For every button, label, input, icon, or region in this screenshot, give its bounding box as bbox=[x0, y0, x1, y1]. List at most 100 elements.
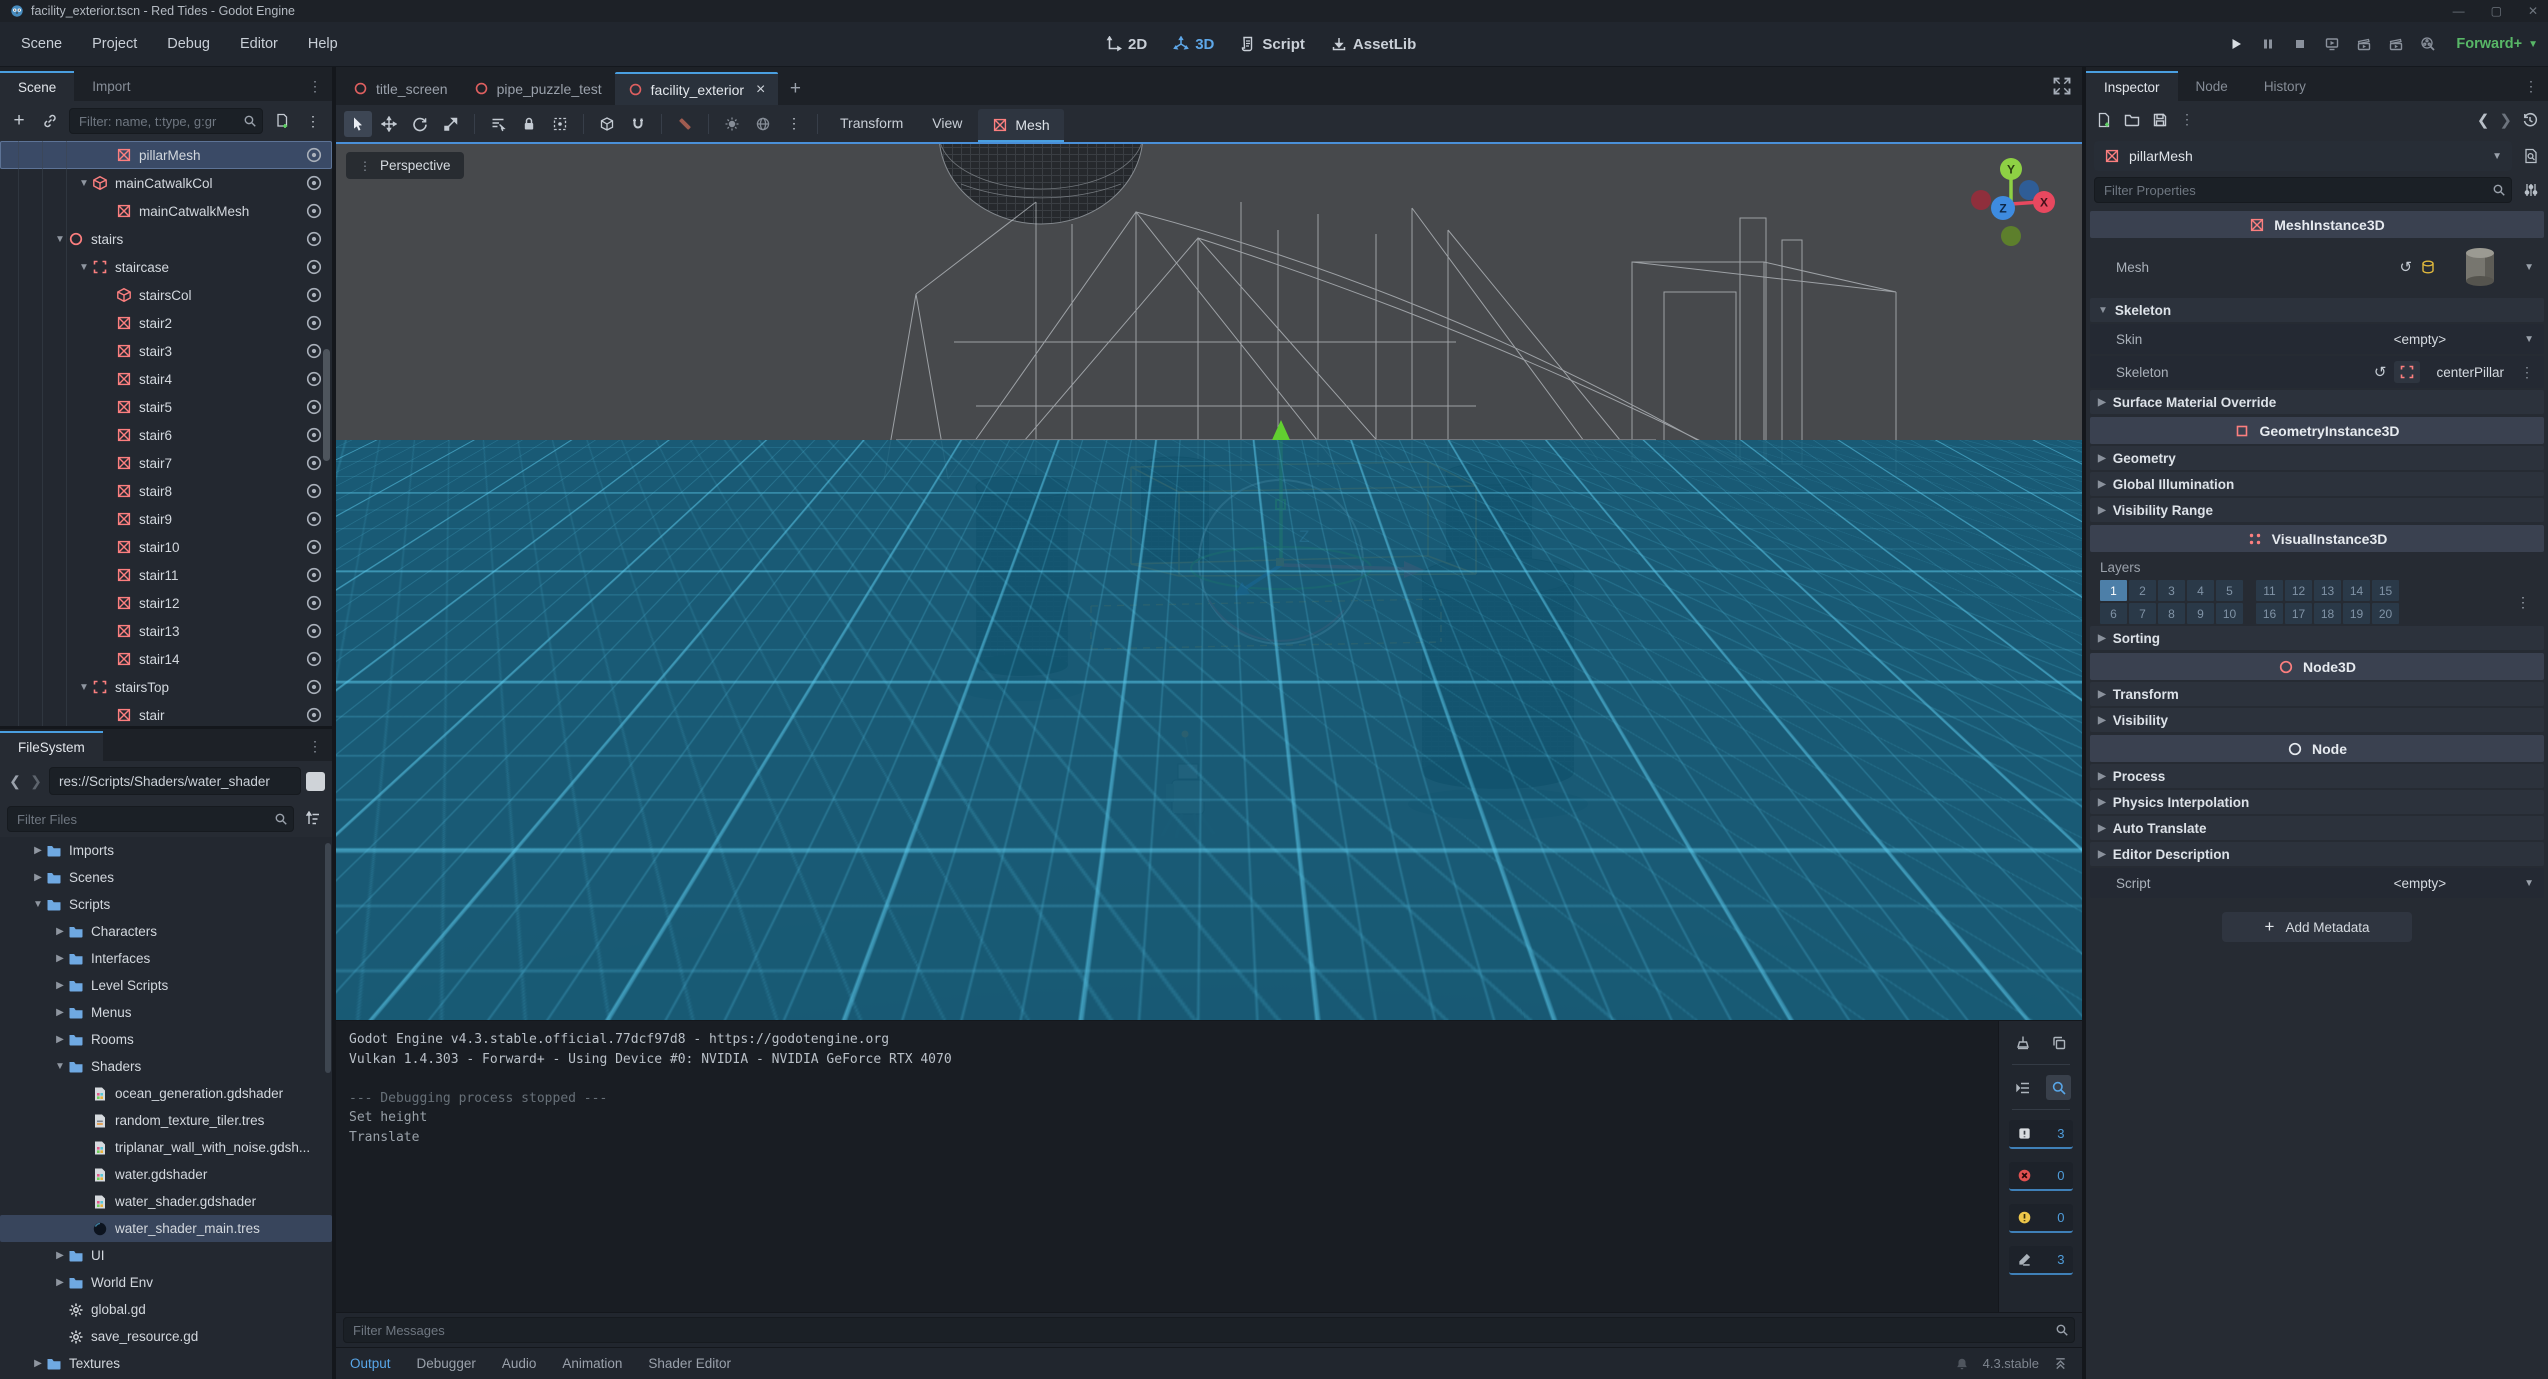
scene-tab-title_screen[interactable]: title_screen bbox=[340, 72, 461, 105]
visibility-eye-icon[interactable] bbox=[305, 398, 323, 416]
layer-cell-19[interactable]: 19 bbox=[2343, 603, 2370, 624]
add-node-button[interactable]: + bbox=[7, 109, 31, 133]
tab-node[interactable]: Node bbox=[2178, 71, 2246, 101]
fs-item-Characters[interactable]: ▶Characters bbox=[0, 918, 332, 945]
mode-3d-button[interactable]: 3D bbox=[1167, 36, 1220, 53]
scene-tree-item-stairsTop[interactable]: ▼stairsTop bbox=[0, 673, 332, 701]
tab-scene[interactable]: Scene bbox=[0, 71, 74, 101]
scene-tree-item-stair8[interactable]: stair8 bbox=[0, 477, 332, 505]
minimize-button[interactable]: — bbox=[2453, 4, 2465, 18]
scene-tree-item-stair4[interactable]: stair4 bbox=[0, 365, 332, 393]
axis-neg-y[interactable] bbox=[2001, 226, 2021, 246]
tree-toggle[interactable]: ▼ bbox=[76, 178, 92, 189]
section-process[interactable]: ▶Process bbox=[2090, 764, 2544, 788]
layer-cell-6[interactable]: 6 bbox=[2100, 603, 2127, 624]
tree-toggle[interactable]: ▼ bbox=[30, 899, 46, 910]
perspective-button[interactable]: ⋮ Perspective bbox=[346, 152, 464, 179]
show-search-button[interactable] bbox=[2046, 1075, 2071, 1100]
scene-tree-item-stairsCol[interactable]: stairsCol bbox=[0, 281, 332, 309]
revert-icon[interactable]: ↺ bbox=[2374, 363, 2387, 381]
tab-inspector[interactable]: Inspector bbox=[2086, 71, 2178, 101]
mode-script-button[interactable]: Script bbox=[1234, 36, 1311, 53]
visibility-eye-icon[interactable] bbox=[305, 174, 323, 192]
fs-item-UI[interactable]: ▶UI bbox=[0, 1242, 332, 1269]
visibility-eye-icon[interactable] bbox=[305, 482, 323, 500]
scene-tree-item-stairs[interactable]: ▼stairs bbox=[0, 225, 332, 253]
tab-debugger[interactable]: Debugger bbox=[417, 1356, 476, 1371]
instantiate-scene-button[interactable] bbox=[38, 109, 62, 133]
scene-tree-item-stair6[interactable]: stair6 bbox=[0, 421, 332, 449]
tree-toggle[interactable]: ▶ bbox=[52, 1007, 68, 1018]
group-node-button[interactable] bbox=[546, 111, 574, 137]
scene-tree-item-stair13[interactable]: stair13 bbox=[0, 617, 332, 645]
history-forward-button[interactable]: ❯ bbox=[2499, 111, 2512, 129]
fs-back-button[interactable]: ❮ bbox=[7, 773, 23, 790]
scene-tree-item-mainCatwalkMesh[interactable]: mainCatwalkMesh bbox=[0, 197, 332, 225]
property-script[interactable]: Script<empty>▼ bbox=[2090, 868, 2544, 898]
menu-debug[interactable]: Debug bbox=[152, 22, 225, 67]
clear-output-button[interactable] bbox=[2010, 1030, 2035, 1055]
viewport-3d[interactable]: ⋮ Perspective bbox=[336, 142, 2082, 1020]
scene-filter-input[interactable] bbox=[69, 108, 263, 134]
layer-cell-18[interactable]: 18 bbox=[2314, 603, 2341, 624]
fs-item-water.gdshader[interactable]: water.gdshader bbox=[0, 1161, 332, 1188]
layer-cell-1[interactable]: 1 bbox=[2100, 580, 2127, 601]
tree-toggle[interactable]: ▶ bbox=[30, 1358, 46, 1369]
transform-menu[interactable]: Transform bbox=[827, 105, 916, 142]
layer-cell-7[interactable]: 7 bbox=[2129, 603, 2156, 624]
tree-toggle[interactable]: ▶ bbox=[52, 1250, 68, 1261]
section-geometry[interactable]: ▶Geometry bbox=[2090, 446, 2544, 470]
section-visibility-range[interactable]: ▶Visibility Range bbox=[2090, 498, 2544, 522]
visibility-eye-icon[interactable] bbox=[305, 538, 323, 556]
expand-bottom-panel-icon[interactable] bbox=[2053, 1356, 2068, 1371]
toggle-warnings-badge[interactable]: 0 bbox=[2009, 1204, 2073, 1233]
tab-animation[interactable]: Animation bbox=[562, 1356, 622, 1371]
close-tab-icon[interactable]: × bbox=[756, 82, 765, 98]
notification-bell-icon[interactable] bbox=[1955, 1357, 1969, 1371]
menu-scene[interactable]: Scene bbox=[6, 22, 77, 67]
layer-cell-16[interactable]: 16 bbox=[2256, 603, 2283, 624]
close-window-button[interactable]: ✕ bbox=[2528, 4, 2538, 18]
stop-button[interactable] bbox=[2286, 31, 2314, 57]
renderer-selector[interactable]: Forward+▼ bbox=[2456, 36, 2542, 52]
scene-tree-item-stair14[interactable]: stair14 bbox=[0, 645, 332, 673]
tree-toggle[interactable]: ▶ bbox=[52, 926, 68, 937]
visibility-eye-icon[interactable] bbox=[305, 650, 323, 668]
scene-tree-item-stair5[interactable]: stair5 bbox=[0, 393, 332, 421]
scale-mode-button[interactable] bbox=[437, 111, 465, 137]
section-global-illumination[interactable]: ▶Global Illumination bbox=[2090, 472, 2544, 496]
scene-tree-item-stair3[interactable]: stair3 bbox=[0, 337, 332, 365]
layer-cell-14[interactable]: 14 bbox=[2343, 580, 2370, 601]
property-skeleton[interactable]: Skeleton ↺ centerPillar ⋮ bbox=[2090, 356, 2544, 388]
scene-dock-menu-icon[interactable]: ⋮ bbox=[308, 78, 332, 101]
view-menu[interactable]: View bbox=[919, 105, 975, 142]
visibility-eye-icon[interactable] bbox=[305, 314, 323, 332]
fs-item-triplanar_wall_with_noise.gdsh...[interactable]: triplanar_wall_with_noise.gdsh... bbox=[0, 1134, 332, 1161]
scene-tree-item-stair10[interactable]: stair10 bbox=[0, 533, 332, 561]
visibility-eye-icon[interactable] bbox=[305, 286, 323, 304]
new-scene-tab-button[interactable]: + bbox=[778, 72, 812, 105]
mode-assetlib-button[interactable]: AssetLib bbox=[1325, 36, 1422, 53]
maximize-button[interactable]: ▢ bbox=[2491, 4, 2502, 18]
expand-viewport-icon[interactable] bbox=[2052, 76, 2072, 96]
layer-cell-15[interactable]: 15 bbox=[2372, 580, 2399, 601]
scene-tree-item-staircase[interactable]: ▼staircase bbox=[0, 253, 332, 281]
scene-tree-item-pillarMesh[interactable]: pillarMesh bbox=[0, 141, 332, 169]
property-menu-icon[interactable]: ⋮ bbox=[2520, 364, 2534, 381]
filter-messages-input[interactable] bbox=[343, 1317, 2075, 1343]
fs-item-Level-Scripts[interactable]: ▶Level Scripts bbox=[0, 972, 332, 999]
preview-sunlight-button[interactable] bbox=[718, 111, 746, 137]
visibility-eye-icon[interactable] bbox=[305, 454, 323, 472]
section-physics-interpolation[interactable]: ▶Physics Interpolation bbox=[2090, 790, 2544, 814]
pause-button[interactable] bbox=[2254, 31, 2282, 57]
property-mesh[interactable]: Mesh ↺ ▼ bbox=[2090, 238, 2544, 296]
visibility-eye-icon[interactable] bbox=[305, 566, 323, 584]
fs-split-mode-button[interactable] bbox=[306, 772, 325, 791]
property-tools-button[interactable] bbox=[2518, 182, 2544, 198]
layer-cell-10[interactable]: 10 bbox=[2216, 603, 2243, 624]
tree-toggle[interactable]: ▶ bbox=[52, 1277, 68, 1288]
fs-item-save_resource.gd[interactable]: save_resource.gd bbox=[0, 1323, 332, 1350]
section-skeleton[interactable]: ▼Skeleton bbox=[2090, 298, 2544, 322]
select-mode-button[interactable] bbox=[344, 111, 372, 137]
tab-import[interactable]: Import bbox=[74, 71, 148, 101]
